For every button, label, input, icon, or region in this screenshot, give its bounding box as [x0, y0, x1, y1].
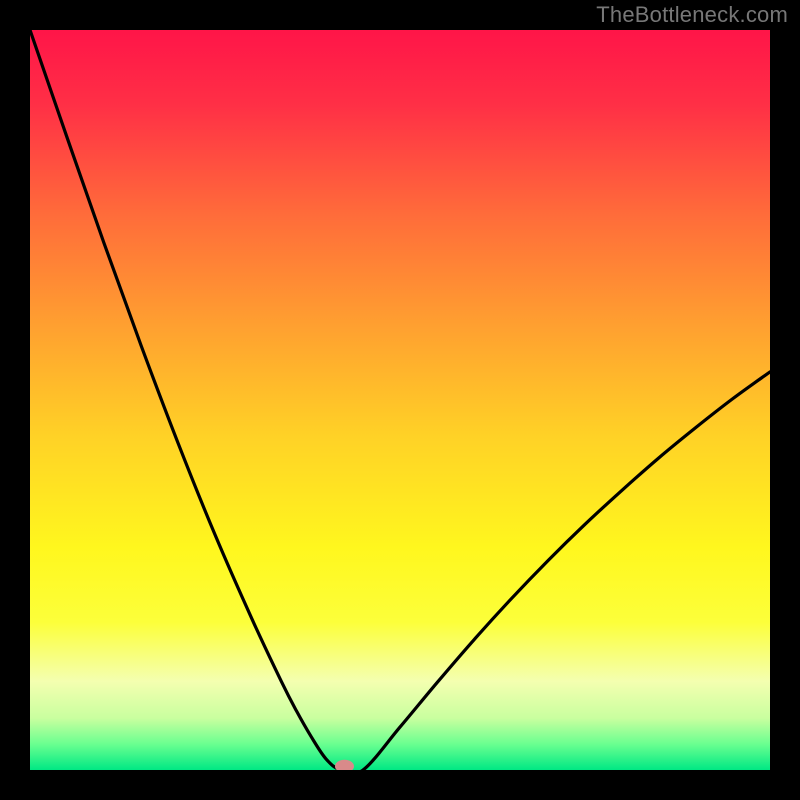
watermark-text: TheBottleneck.com	[596, 2, 788, 28]
chart-frame: TheBottleneck.com	[0, 0, 800, 800]
chart-svg	[30, 30, 770, 770]
plot-area	[30, 30, 770, 770]
optimal-point-marker	[336, 760, 354, 770]
gradient-background	[30, 30, 770, 770]
